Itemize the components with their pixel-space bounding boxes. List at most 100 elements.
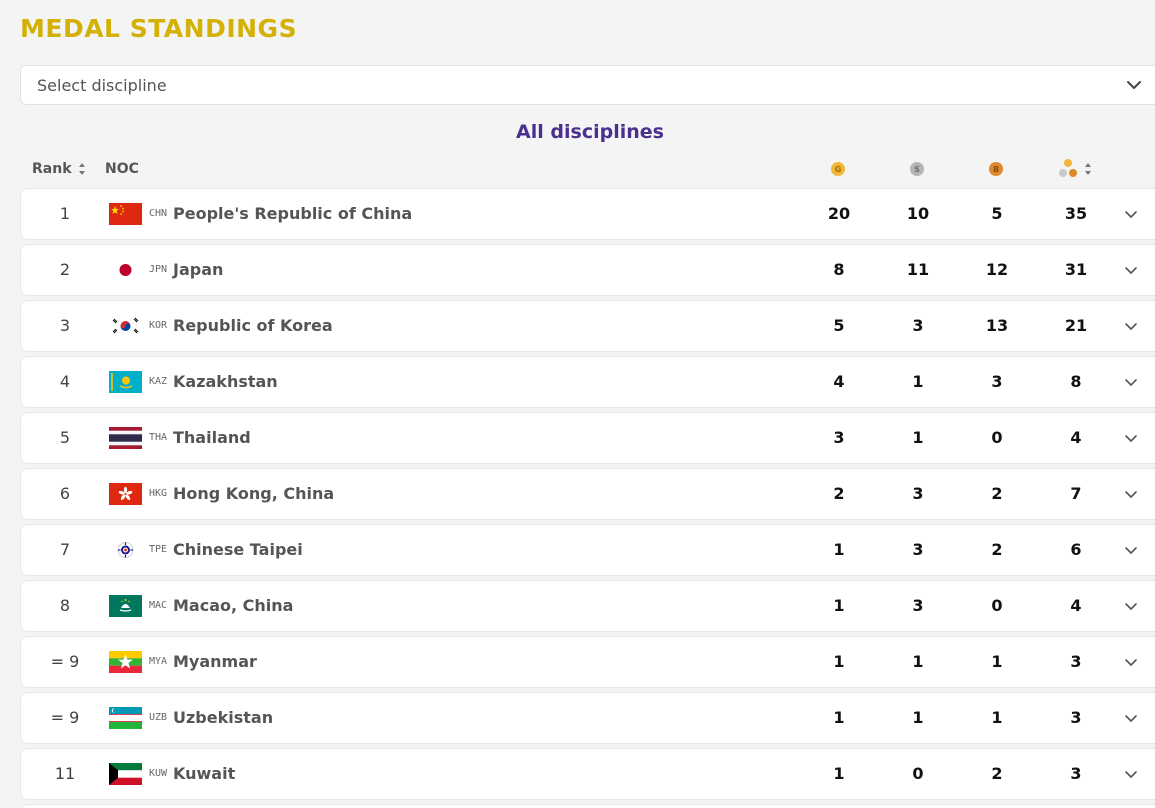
country-name: Kazakhstan [173, 372, 278, 391]
bronze-count: 13 [985, 316, 1009, 335]
country-flag-icon [109, 259, 142, 281]
discipline-select-placeholder: Select discipline [37, 75, 167, 95]
country-name: Republic of Korea [173, 316, 333, 335]
standings-row[interactable]: 2 JPN Japan 8 11 12 31 [20, 244, 1155, 296]
total-sort-header[interactable] [1058, 158, 1092, 180]
chevron-down-icon[interactable] [1124, 207, 1138, 221]
silver-count: 1 [912, 428, 924, 447]
gold-count: 20 [827, 204, 851, 223]
country-name: Macao, China [173, 596, 294, 615]
silver-count: 3 [912, 596, 924, 615]
rank-value: 6 [59, 484, 71, 503]
chevron-down-icon[interactable] [1124, 487, 1138, 501]
chevron-down-icon[interactable] [1124, 319, 1138, 333]
standings-row[interactable]: 7 TPE Chinese Taipei 1 3 2 6 [20, 524, 1155, 576]
standings-row[interactable]: 1 CHN People's Republic of China 20 10 5 35 [20, 188, 1155, 240]
bronze-medal-icon: B [989, 162, 1003, 176]
total-count: 35 [1064, 204, 1088, 223]
standings-row[interactable] [20, 804, 1155, 808]
noc-code: MYA [149, 656, 168, 667]
gold-count: 1 [833, 596, 845, 615]
silver-count: 11 [906, 260, 930, 279]
country-flag-icon [109, 763, 142, 785]
noc-code: KOR [149, 320, 168, 331]
silver-count: 3 [912, 540, 924, 559]
country-flag-icon [109, 651, 142, 673]
gold-count: 4 [833, 372, 845, 391]
chevron-down-icon[interactable] [1124, 599, 1138, 613]
noc-code: MAC [149, 600, 168, 611]
country-flag-icon [109, 371, 142, 393]
gold-count: 2 [833, 484, 845, 503]
chevron-down-icon[interactable] [1124, 375, 1138, 389]
silver-count: 1 [912, 372, 924, 391]
chevron-down-icon[interactable] [1124, 431, 1138, 445]
discipline-select[interactable]: Select discipline [20, 65, 1155, 105]
total-count: 4 [1070, 428, 1082, 447]
chevron-down-icon[interactable] [1124, 543, 1138, 557]
standings-row[interactable]: 11 KUW Kuwait 1 0 2 3 [20, 748, 1155, 800]
country-name: People's Republic of China [173, 204, 413, 223]
rank-value: 11 [54, 764, 76, 783]
country-flag-icon [109, 707, 142, 729]
noc-header-label: NOC [105, 161, 139, 177]
noc-code: JPN [149, 264, 168, 275]
rank-value: 2 [59, 260, 71, 279]
standings-row[interactable]: 3 KOR Republic of Korea 5 3 13 21 [20, 300, 1155, 352]
bronze-count: 0 [991, 596, 1003, 615]
bronze-count: 0 [991, 428, 1003, 447]
standings-row[interactable]: 5 THA Thailand 3 1 0 4 [20, 412, 1155, 464]
page-title: MEDAL STANDINGS [20, 14, 298, 43]
country-name: Hong Kong, China [173, 484, 335, 503]
bronze-count: 1 [991, 652, 1003, 671]
noc-code: TPE [149, 544, 168, 555]
rank-value: = 9 [50, 708, 80, 727]
noc-code: UZB [149, 712, 168, 723]
bronze-count: 1 [991, 708, 1003, 727]
discipline-heading: All disciplines [516, 121, 664, 143]
total-count: 3 [1070, 652, 1082, 671]
total-count: 8 [1070, 372, 1082, 391]
chevron-down-icon[interactable] [1124, 263, 1138, 277]
country-flag-icon [109, 595, 142, 617]
gold-count: 1 [833, 764, 845, 783]
total-count: 21 [1064, 316, 1088, 335]
bronze-count: 12 [985, 260, 1009, 279]
total-count: 4 [1070, 596, 1082, 615]
chevron-down-icon[interactable] [1124, 655, 1138, 669]
bronze-count: 2 [991, 540, 1003, 559]
silver-count: 1 [912, 652, 924, 671]
silver-count: 0 [912, 764, 924, 783]
rank-value: 4 [59, 372, 71, 391]
silver-count: 1 [912, 708, 924, 727]
gold-count: 3 [833, 428, 845, 447]
sort-icon [78, 163, 85, 175]
standings-row[interactable]: 6 HKG Hong Kong, China 2 3 2 7 [20, 468, 1155, 520]
chevron-down-icon [1127, 81, 1141, 89]
country-flag-icon [109, 427, 142, 449]
standings-row[interactable]: = 9 UZB Uzbekistan 1 1 1 3 [20, 692, 1155, 744]
rank-value: 3 [59, 316, 71, 335]
standings-row[interactable]: 4 KAZ Kazakhstan 4 1 3 8 [20, 356, 1155, 408]
chevron-down-icon[interactable] [1124, 711, 1138, 725]
country-name: Thailand [173, 428, 251, 447]
sort-icon [1085, 163, 1091, 175]
rank-value: = 9 [50, 652, 80, 671]
rank-sort-header[interactable]: Rank [32, 158, 86, 180]
rank-value: 7 [59, 540, 71, 559]
noc-header: NOC [105, 158, 139, 180]
total-count: 6 [1070, 540, 1082, 559]
noc-code: CHN [149, 208, 168, 219]
total-count: 3 [1070, 708, 1082, 727]
medal-standings-page: MEDAL STANDINGS Select discipline All di… [0, 0, 1155, 808]
total-count: 31 [1064, 260, 1088, 279]
silver-count: 3 [912, 484, 924, 503]
total-count: 7 [1070, 484, 1082, 503]
standings-row[interactable]: = 9 MYA Myanmar 1 1 1 3 [20, 636, 1155, 688]
rank-value: 1 [59, 204, 71, 223]
rank-value: 5 [59, 428, 71, 447]
gold-count: 8 [833, 260, 845, 279]
country-flag-icon [109, 315, 142, 337]
chevron-down-icon[interactable] [1124, 767, 1138, 781]
standings-row[interactable]: 8 MAC Macao, China 1 3 0 4 [20, 580, 1155, 632]
